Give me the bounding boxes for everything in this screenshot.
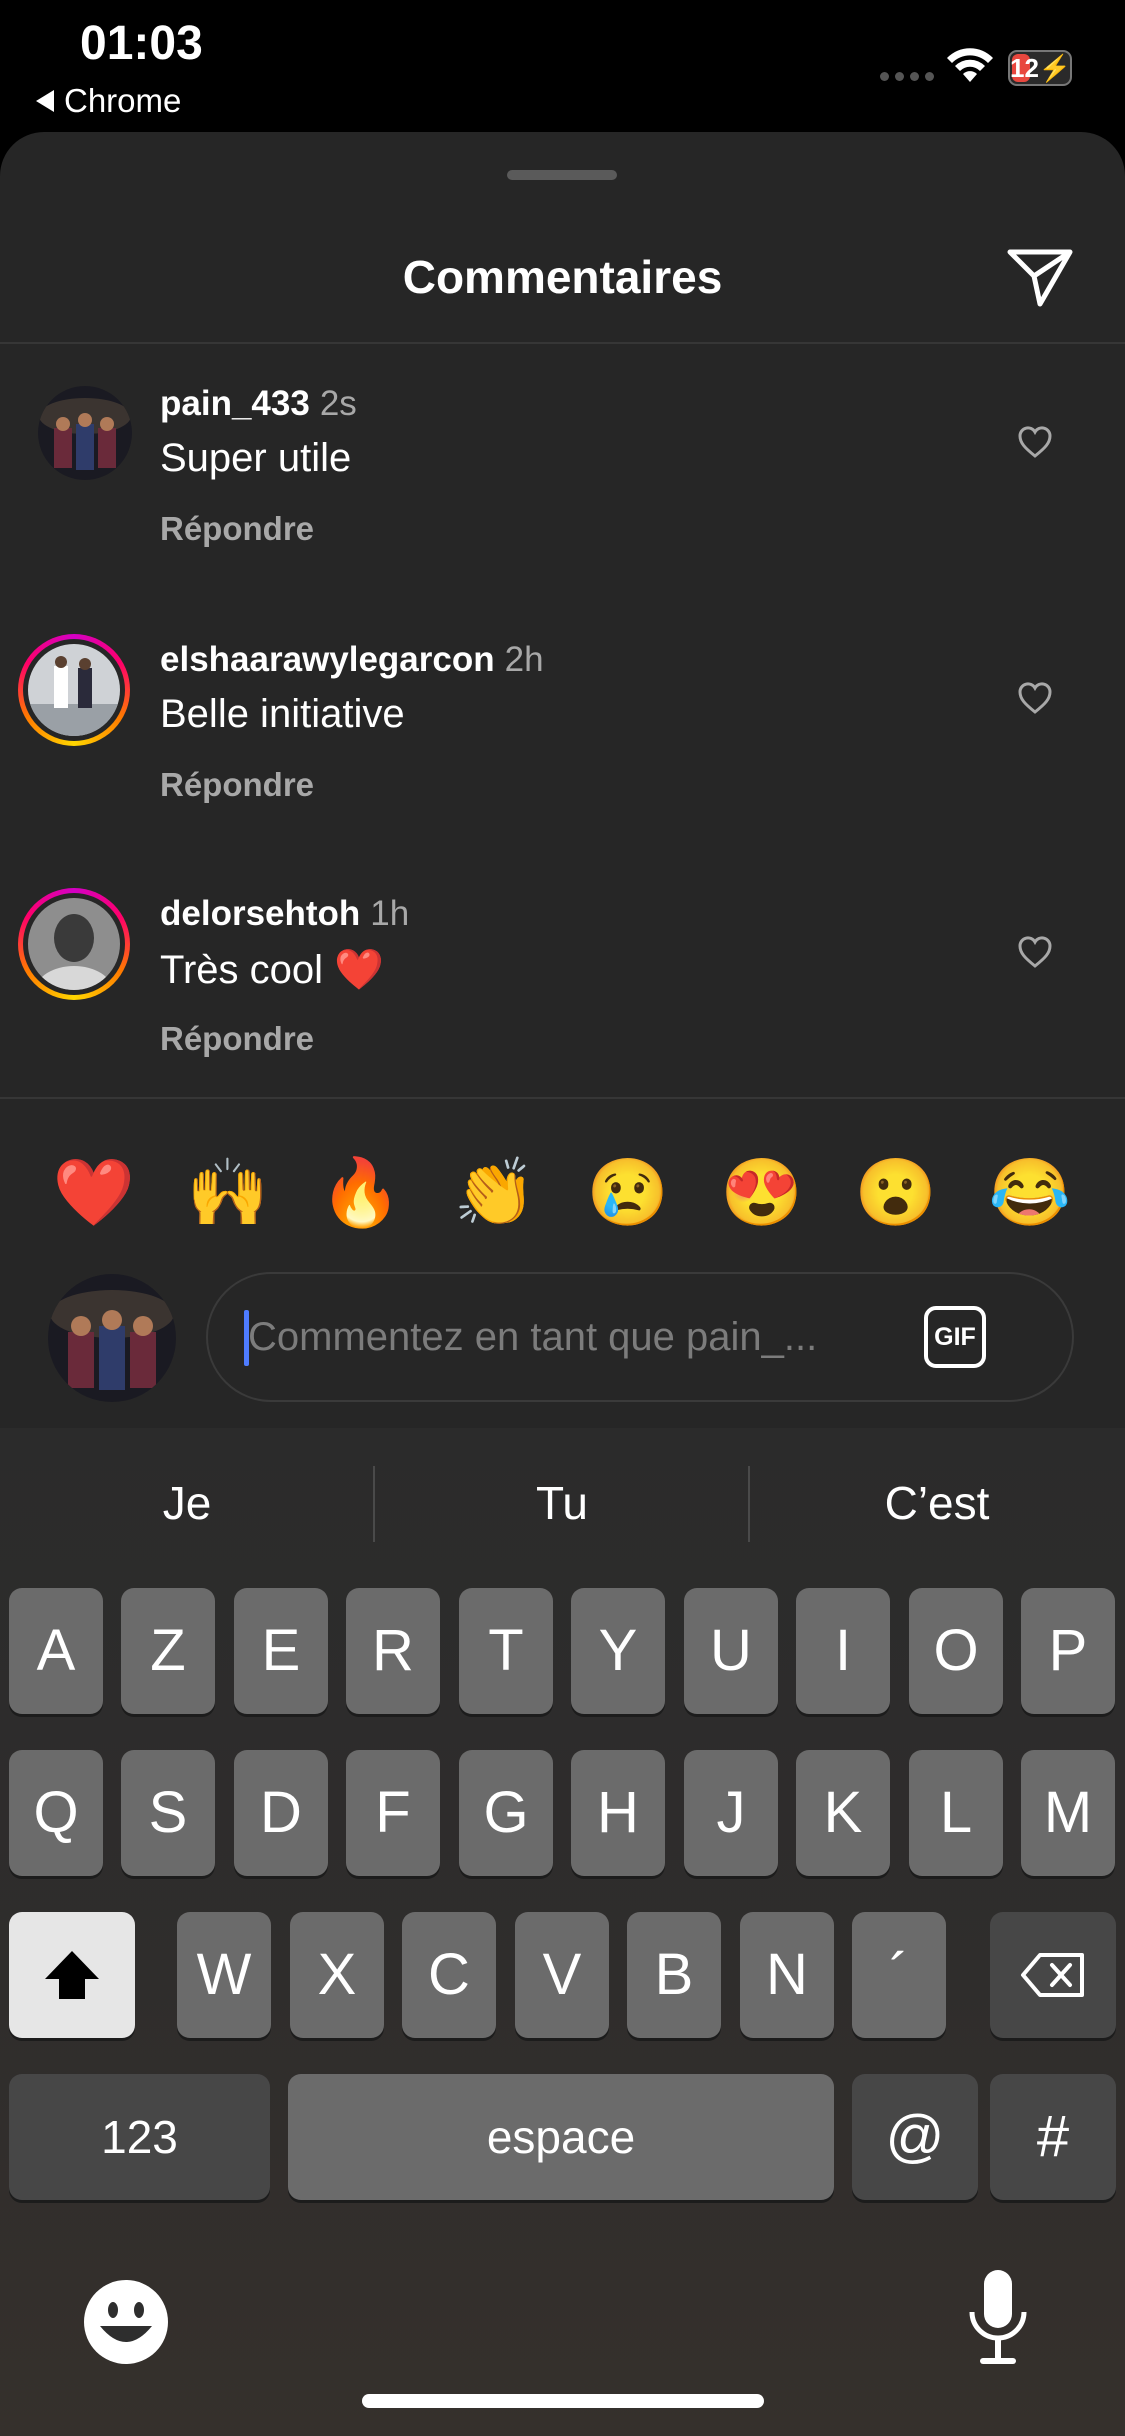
key-z[interactable]: Z <box>121 1588 215 1714</box>
key-h[interactable]: H <box>571 1750 665 1876</box>
key-a[interactable]: A <box>9 1588 103 1714</box>
key-acute-accent[interactable]: ´ <box>852 1912 946 2038</box>
heart-icon[interactable] <box>1017 680 1053 716</box>
space-key[interactable]: espace <box>288 2074 834 2200</box>
reaction-fire[interactable]: 🔥 <box>311 1142 411 1242</box>
key-m[interactable]: M <box>1021 1750 1115 1876</box>
comments-sheet: Commentaires pain_433 2s Super utile Répo… <box>0 132 1125 1428</box>
current-user-avatar <box>48 1274 176 1402</box>
key-g[interactable]: G <box>459 1750 553 1876</box>
back-to-app-link[interactable]: Chrome <box>36 82 181 120</box>
comment-text: Belle initiative <box>160 692 405 736</box>
key-i[interactable]: I <box>796 1588 890 1714</box>
comment-input[interactable]: Commentez en tant que pain_... GIF <box>206 1272 1074 1402</box>
reaction-surprised[interactable]: 😮 <box>846 1142 946 1242</box>
reaction-heart[interactable]: ❤️ <box>44 1142 144 1242</box>
charging-bolt-icon: ⚡ <box>1038 53 1072 83</box>
key-k[interactable]: K <box>796 1750 890 1876</box>
backspace-icon <box>1021 1953 1084 1997</box>
reply-button[interactable]: Répondre <box>160 1020 314 1058</box>
paper-plane-icon[interactable] <box>1004 240 1076 312</box>
keyboard: Je Tu C’est A Z E R T Y U I O P Q S D F … <box>0 1428 1125 2436</box>
hash-key[interactable]: # <box>990 2074 1116 2200</box>
key-d[interactable]: D <box>234 1750 328 1876</box>
key-o[interactable]: O <box>909 1588 1003 1714</box>
key-n[interactable]: N <box>740 1912 834 2038</box>
microphone-icon[interactable] <box>966 2266 1030 2376</box>
comment-item: delorsehtoh 1h Très cool ❤️ Répondre <box>0 888 1125 1136</box>
suggestion-1[interactable]: Je <box>0 1428 374 1578</box>
story-ring[interactable] <box>18 888 130 1000</box>
key-l[interactable]: L <box>909 1750 1003 1876</box>
back-app-label: Chrome <box>64 82 182 119</box>
key-r[interactable]: R <box>346 1588 440 1714</box>
shift-key[interactable] <box>9 1912 135 2038</box>
emoji-keyboard-icon[interactable] <box>80 2276 172 2368</box>
reaction-heart-eyes[interactable]: 😍 <box>712 1142 812 1242</box>
key-p[interactable]: P <box>1021 1588 1115 1714</box>
avatar <box>28 644 120 736</box>
comment-item: elshaarawylegarcon 2h Belle initiative Ré… <box>0 634 1125 882</box>
cellular-signal-icon <box>880 72 934 81</box>
gif-button[interactable]: GIF <box>924 1306 986 1368</box>
key-u[interactable]: U <box>684 1588 778 1714</box>
key-t[interactable]: T <box>459 1588 553 1714</box>
key-y[interactable]: Y <box>571 1588 665 1714</box>
battery-icon: 12⚡ <box>1008 50 1072 86</box>
story-ring[interactable] <box>18 634 130 746</box>
shift-arrow-icon <box>45 1951 99 1999</box>
back-arrow-icon <box>36 90 54 112</box>
header-divider <box>0 342 1125 344</box>
predictive-bar: Je Tu C’est <box>0 1428 1125 1578</box>
backspace-key[interactable] <box>990 1912 1116 2038</box>
comment-time: 1h <box>370 894 410 933</box>
quick-reactions-bar: ❤️ 🙌 🔥 👏 😢 😍 😮 😂 <box>0 1142 1125 1242</box>
clock: 01:03 <box>80 17 203 70</box>
comment-username[interactable]: pain_433 2s <box>160 384 357 424</box>
suggestion-2[interactable]: Tu <box>375 1428 749 1578</box>
heart-icon[interactable] <box>1017 424 1053 460</box>
wifi-icon <box>947 48 993 82</box>
reply-button[interactable]: Répondre <box>160 510 314 548</box>
reaction-crying[interactable]: 😢 <box>578 1142 678 1242</box>
key-c[interactable]: C <box>402 1912 496 2038</box>
key-j[interactable]: J <box>684 1750 778 1876</box>
reply-button[interactable]: Répondre <box>160 766 314 804</box>
sheet-grabber[interactable] <box>507 170 617 180</box>
at-key[interactable]: @ <box>852 2074 978 2200</box>
status-bar: 01:03 Chrome 12⚡ <box>0 0 1125 132</box>
key-b[interactable]: B <box>627 1912 721 2038</box>
reaction-raised-hands[interactable]: 🙌 <box>178 1142 278 1242</box>
comment-item: pain_433 2s Super utile Répondre <box>0 384 1125 626</box>
emoji-divider <box>0 1097 1125 1099</box>
comment-time: 2h <box>504 640 544 679</box>
heart-icon[interactable] <box>1017 934 1053 970</box>
comment-text: Très cool ❤️ <box>160 948 384 992</box>
avatar <box>28 898 120 990</box>
key-v[interactable]: V <box>515 1912 609 2038</box>
key-f[interactable]: F <box>346 1750 440 1876</box>
comment-username[interactable]: elshaarawylegarcon 2h <box>160 640 544 680</box>
numbers-key[interactable]: 123 <box>9 2074 270 2200</box>
comment-text: Super utile <box>160 436 352 480</box>
avatar[interactable] <box>38 386 132 480</box>
key-q[interactable]: Q <box>9 1750 103 1876</box>
comment-username[interactable]: delorsehtoh 1h <box>160 894 409 934</box>
key-e[interactable]: E <box>234 1588 328 1714</box>
battery-level: 12 <box>1010 53 1039 83</box>
home-indicator[interactable] <box>362 2394 764 2408</box>
comment-input-placeholder: Commentez en tant que pain_... <box>248 1315 818 1359</box>
key-s[interactable]: S <box>121 1750 215 1876</box>
key-x[interactable]: X <box>290 1912 384 2038</box>
reaction-laughing[interactable]: 😂 <box>980 1142 1080 1242</box>
suggestion-3[interactable]: C’est <box>750 1428 1124 1578</box>
reaction-clapping[interactable]: 👏 <box>445 1142 545 1242</box>
comment-time: 2s <box>319 384 357 423</box>
sheet-title: Commentaires <box>402 251 723 303</box>
key-w[interactable]: W <box>177 1912 271 2038</box>
